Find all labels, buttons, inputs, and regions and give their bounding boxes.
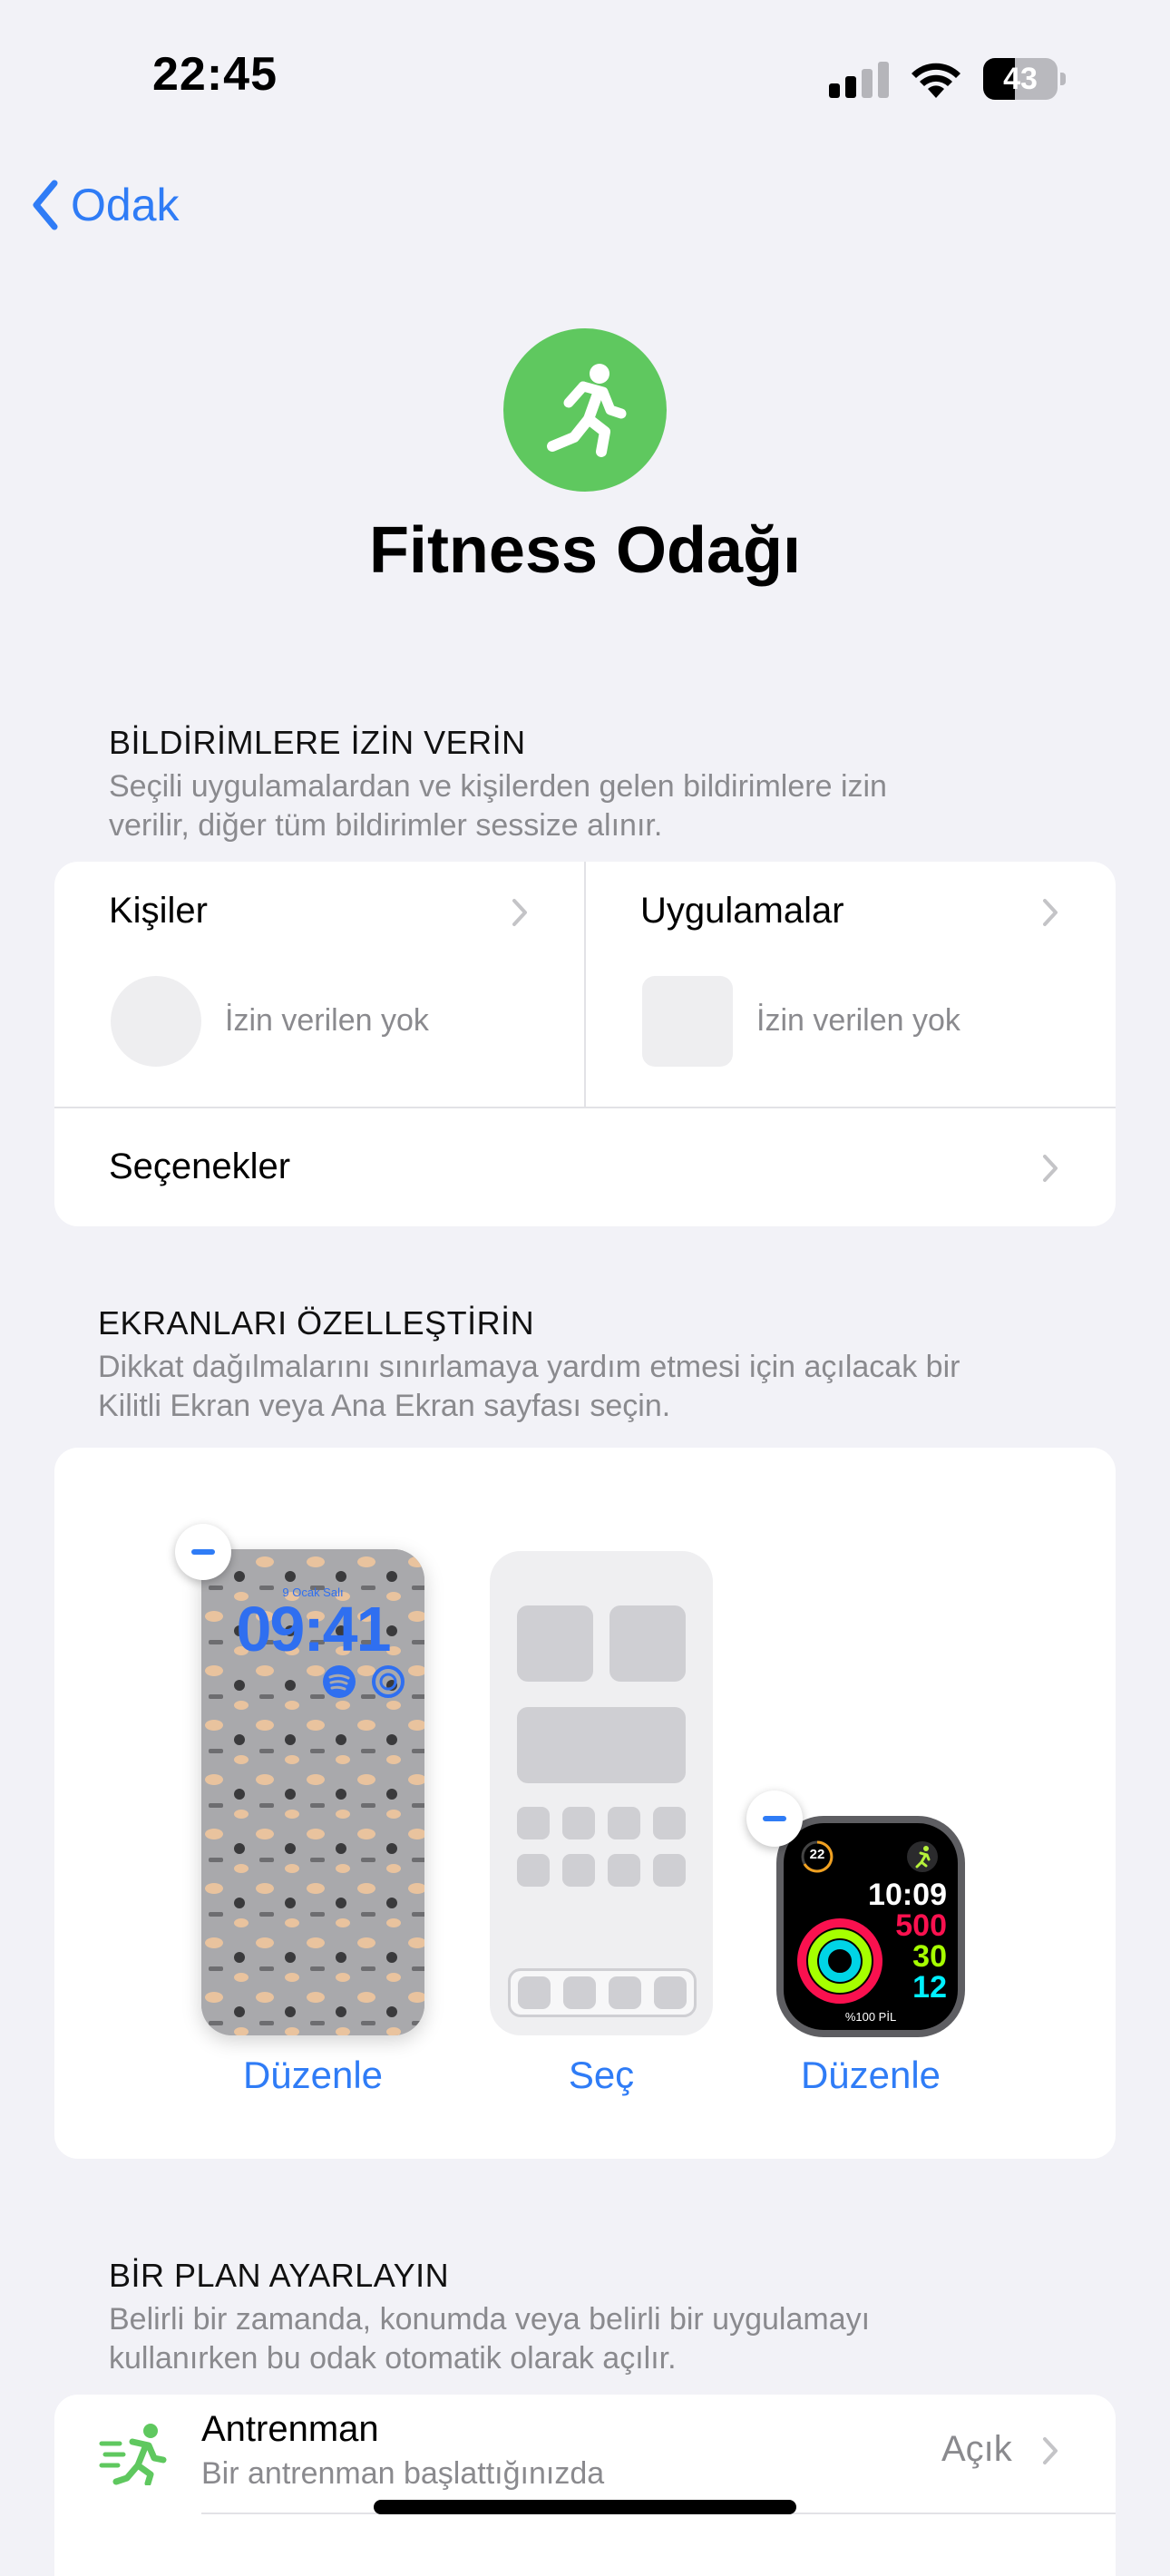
workout-complication-icon	[907, 1841, 938, 1872]
apps-status: İzin verilen yok	[756, 1003, 960, 1038]
screens-section-header: EKRANLARI ÖZELLEŞTİRİN	[98, 1304, 535, 1342]
activity-widget-icon	[372, 1665, 405, 1698]
screens-description-1: Dikkat dağılmalarını sınırlamaya yardım …	[98, 1350, 960, 1384]
home-screen-preview[interactable]	[490, 1551, 713, 2035]
lock-screen-preview[interactable]: 9 Ocak Salı 09:41	[201, 1549, 424, 2035]
schedule-item-title: Antrenman	[201, 2409, 379, 2449]
lock-screen-clock: 09:41	[236, 1594, 391, 1664]
remove-watch-face-button[interactable]	[746, 1791, 803, 1847]
apps-placeholder-icon	[642, 976, 733, 1067]
home-indicator[interactable]	[374, 2500, 796, 2514]
fitness-focus-icon	[503, 328, 667, 492]
notifications-card: Kişiler İzin verilen yok Uygulamalar İzi…	[54, 862, 1116, 1226]
spotify-icon	[323, 1665, 356, 1698]
cellular-signal-icon	[829, 60, 891, 98]
schedule-card: Antrenman Bir antrenman başlattığınızda …	[54, 2395, 1116, 2576]
schedule-description-1: Belirli bir zamanda, konumda veya belirl…	[109, 2302, 871, 2337]
people-status: İzin verilen yok	[225, 1003, 429, 1038]
chevron-left-icon	[33, 180, 58, 230]
chevron-right-icon	[1043, 2437, 1058, 2464]
workout-running-icon	[99, 2424, 167, 2485]
status-time: 22:45	[152, 48, 278, 101]
running-figure-icon	[547, 364, 627, 457]
activity-rings-icon	[797, 1918, 882, 2004]
notifications-description-1: Seçili uygulamalardan ve kişilerden gele…	[109, 769, 887, 804]
back-label: Odak	[71, 180, 180, 230]
remove-lock-screen-button[interactable]	[175, 1524, 231, 1580]
battery-icon: 43	[983, 58, 1067, 100]
apps-label: Uygulamalar	[640, 891, 844, 931]
workout-schedule-row[interactable]: Antrenman Bir antrenman başlattığınızda …	[54, 2395, 1116, 2513]
battery-percent: 43	[1003, 62, 1038, 96]
schedule-item-value: Açık	[941, 2429, 1012, 2469]
back-button[interactable]: Odak	[31, 178, 180, 232]
options-label: Seçenekler	[109, 1147, 291, 1186]
schedule-description-2: kullanırken bu odak otomatik olarak açıl…	[109, 2341, 677, 2376]
chevron-right-icon	[1043, 899, 1058, 926]
people-allowed-button[interactable]: Kişiler İzin verilen yok	[54, 862, 585, 1107]
watch-face-preview[interactable]: 22 10:09 500 30 12 %100 PİL	[776, 1816, 965, 2037]
watch-complication: 22	[809, 1847, 825, 1862]
notifications-section-header: BİLDİRİMLERE İZİN VERİN	[109, 724, 526, 761]
edit-lock-screen-button[interactable]: Düzenle	[201, 2054, 424, 2097]
schedule-item-subtitle: Bir antrenman başlattığınızda	[201, 2456, 605, 2491]
people-placeholder-avatar	[111, 976, 201, 1067]
page-title: Fitness Odağı	[368, 514, 802, 587]
chevron-right-icon	[512, 899, 527, 926]
schedule-section-header: BİR PLAN AYARLAYIN	[109, 2257, 450, 2294]
edit-watch-face-button[interactable]: Düzenle	[762, 2054, 980, 2097]
options-row[interactable]: Seçenekler	[54, 1108, 1116, 1226]
choose-home-screen-button[interactable]: Seç	[490, 2054, 713, 2097]
screens-description-2: Kilitli Ekran veya Ana Ekran sayfası seç…	[98, 1389, 671, 1423]
notifications-description-2: verilir, diğer tüm bildirimler sessize a…	[109, 808, 663, 843]
wifi-icon	[911, 58, 961, 98]
people-label: Kişiler	[109, 891, 208, 931]
chevron-right-icon	[1043, 1155, 1058, 1182]
watch-battery: %100 PİL	[844, 2010, 897, 2024]
apps-allowed-button[interactable]: Uygulamalar İzin verilen yok	[586, 862, 1116, 1107]
